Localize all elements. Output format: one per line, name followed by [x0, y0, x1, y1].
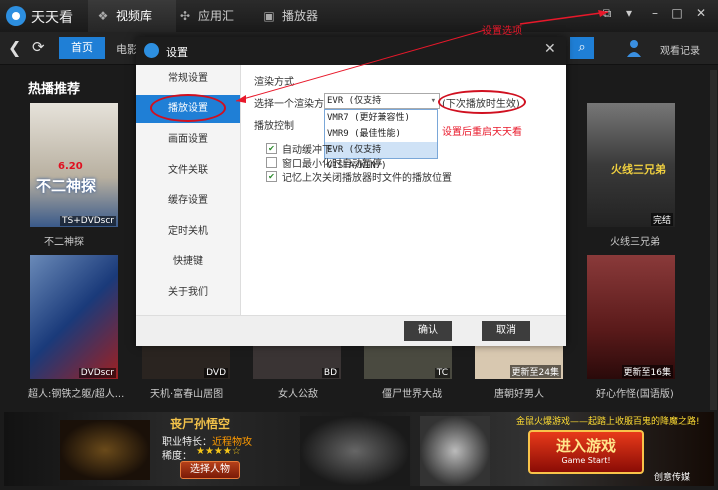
annotation-settings-option: 设置选项	[482, 26, 522, 37]
annotation-arrow-playback	[235, 29, 486, 102]
annotation-restart-note: 设置后重启天天看	[442, 127, 522, 138]
annotation-ellipse-playback	[150, 94, 226, 122]
annotation-arrow-menu	[519, 11, 609, 25]
arrowhead-menu	[598, 10, 608, 17]
arrowhead-playback	[236, 95, 246, 103]
annotation-ellipse-note	[438, 90, 526, 114]
annotation-arrows	[235, 10, 609, 103]
